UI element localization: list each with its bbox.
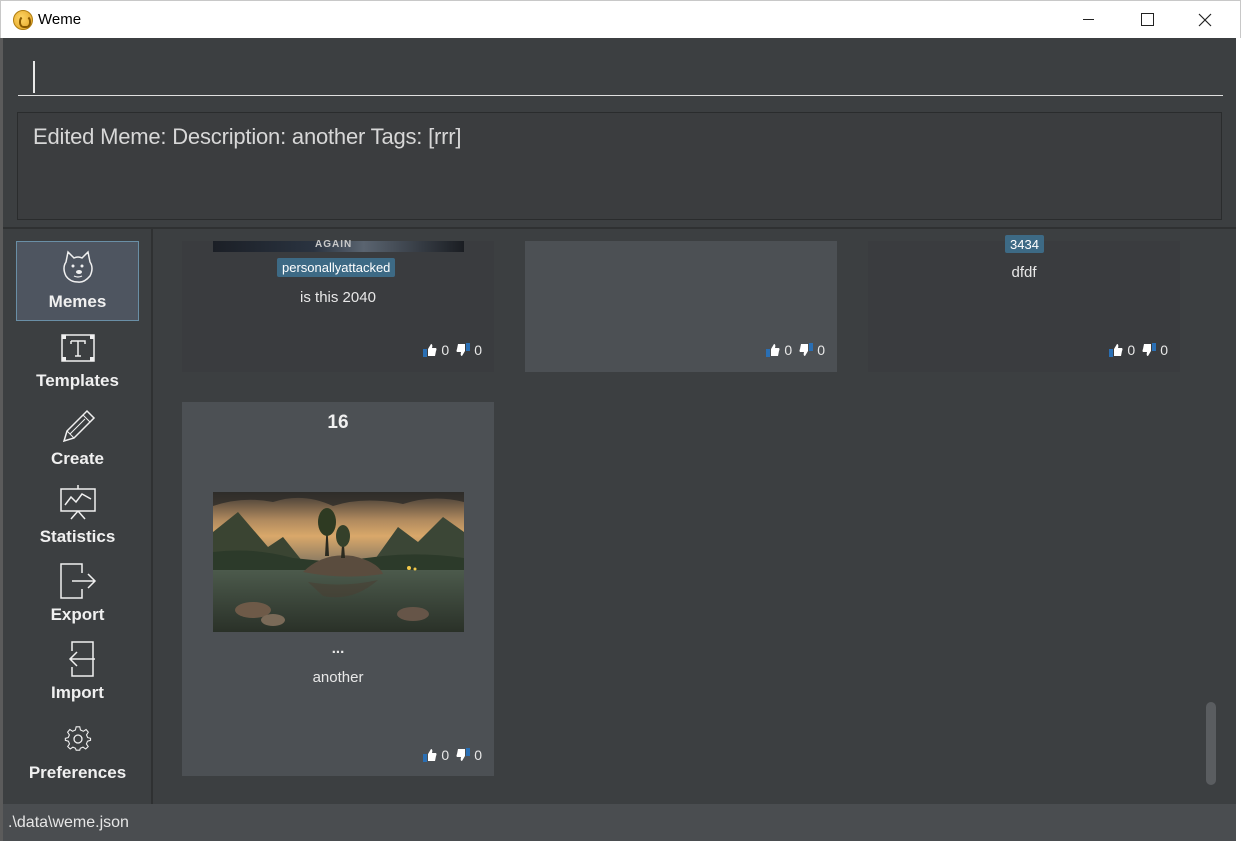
doge-icon [62,250,93,283]
vote-counts: 0 0 [1108,342,1168,358]
like-icon[interactable] [765,343,781,357]
app-body: Edited Meme: Description: another Tags: … [3,38,1236,841]
sidebar-item-preferences[interactable]: Preferences [16,713,139,793]
meme-grid[interactable]: AGAIN personallyattacked is this 2040 0 … [155,229,1236,804]
window-title: Weme [38,11,82,28]
dislike-count: 0 [817,342,825,358]
data-file-path: .\data\weme.json [8,814,129,831]
sidebar-item-export[interactable]: Export [16,557,139,637]
vertical-scrollbar[interactable] [1206,702,1216,785]
vote-counts: 0 0 [422,747,482,763]
like-count: 0 [441,342,450,358]
meme-description: another [312,669,364,686]
sidebar-item-import[interactable]: Import [16,635,139,715]
sidebar-item-templates[interactable]: Templates [16,323,139,403]
sidebar-item-create[interactable]: Create [16,401,139,481]
vote-counts: 0 0 [422,342,482,358]
weme-logo-icon [13,10,33,30]
like-icon[interactable] [1108,343,1124,357]
command-input[interactable] [38,58,1208,94]
meme-tag[interactable]: personallyattacked [277,258,396,277]
gear-icon [64,726,91,751]
close-button[interactable] [1176,1,1234,39]
meme-image [213,492,464,632]
meme-card[interactable]: AGAIN personallyattacked is this 2040 0 … [182,239,494,372]
dislike-icon[interactable] [455,748,471,762]
meme-tag[interactable]: 3434 [1005,235,1044,253]
window-border [1236,38,1241,841]
result-display: Edited Meme: Description: another Tags: … [17,112,1222,220]
command-box[interactable] [18,44,1223,96]
sidebar: Memes Templates Create Statistics Export… [3,229,153,804]
sidebar-item-label: Create [51,449,104,468]
sidebar-item-label: Memes [48,292,107,311]
maximize-button[interactable] [1118,1,1176,39]
pencil-icon [62,409,95,443]
sidebar-item-label: Statistics [39,527,116,546]
meme-card[interactable]: 0 0 [525,241,837,372]
dislike-count: 0 [1160,342,1168,358]
statistics-icon [59,485,96,520]
meme-image: AGAIN [213,239,464,252]
sidebar-item-label: Preferences [28,763,127,782]
dislike-icon[interactable] [1141,343,1157,357]
sidebar-item-memes[interactable]: Memes [16,241,139,321]
meme-ellipsis: ... [331,640,345,657]
sidebar-item-label: Templates [36,371,119,390]
dislike-count: 0 [474,342,482,358]
export-icon [59,563,96,599]
status-bar: .\data\weme.json [3,804,1236,841]
meme-index: 16 [327,412,349,433]
meme-card[interactable]: 3434 dfdf 0 0 [868,235,1180,372]
close-icon [1198,13,1212,27]
dislike-icon[interactable] [798,343,814,357]
result-text: Edited Meme: Description: another Tags: … [33,124,462,149]
like-icon[interactable] [422,343,438,357]
sidebar-item-label: Export [50,605,105,624]
meme-card-selected[interactable]: 16 ... another 0 0 [182,402,494,776]
sidebar-item-statistics[interactable]: Statistics [16,479,139,559]
import-icon [68,641,95,677]
meme-description: is this 2040 [300,289,376,306]
minimize-button[interactable] [1060,1,1118,39]
text-caret [33,61,35,93]
like-count: 0 [784,342,793,358]
dislike-icon[interactable] [455,343,471,357]
meme-description: dfdf [1011,264,1037,281]
sidebar-item-label: Import [51,683,104,702]
title-bar: Weme [0,0,1241,38]
dislike-count: 0 [474,747,482,763]
like-icon[interactable] [422,748,438,762]
template-icon [60,334,95,362]
like-count: 0 [441,747,450,763]
vote-counts: 0 0 [765,342,825,358]
like-count: 0 [1127,342,1136,358]
